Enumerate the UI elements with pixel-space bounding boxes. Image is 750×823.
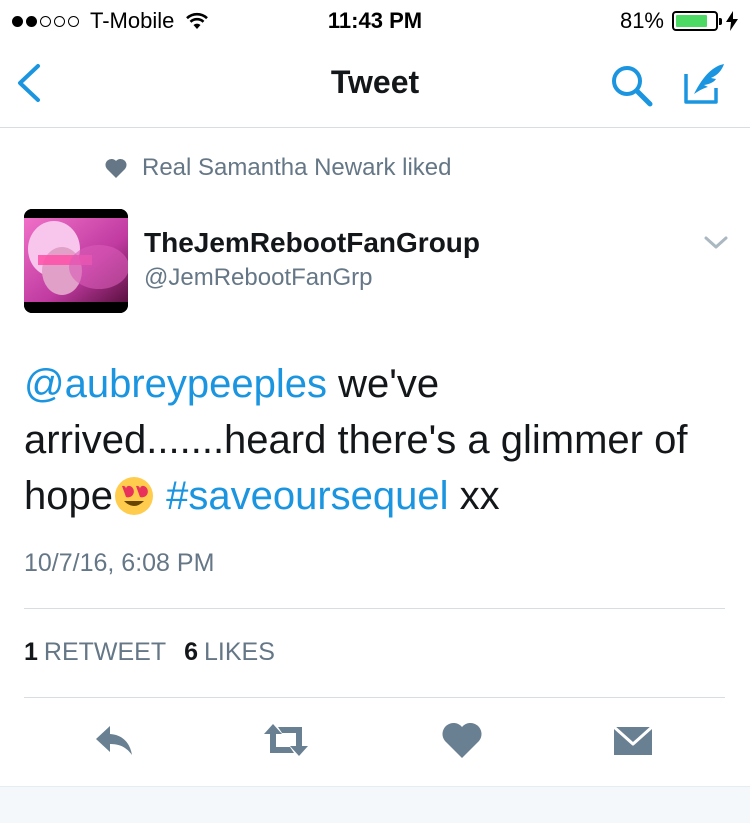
chevron-down-icon[interactable] [702,233,730,253]
divider [24,608,725,609]
likes-count: 6 [184,638,199,666]
tweet-timestamp: 10/7/16, 6:08 PM [24,549,215,577]
likes-label: LIKES [204,638,275,666]
bottom-area [0,786,750,823]
status-bar: T-Mobile 11:43 PM 81% [0,0,750,40]
nav-bar: Tweet [0,40,750,128]
compose-quill-icon[interactable] [680,60,728,108]
mention-link[interactable]: @aubreypeeples [24,362,327,406]
tweet-text-part-2: xx [448,474,500,518]
heart-icon [105,158,127,178]
reply-icon[interactable] [92,720,136,760]
action-bar [0,698,750,786]
battery-percent: 81% [619,8,664,33]
retweet-icon[interactable] [262,720,310,760]
tweet-text: @aubreypeeples we've arrived.......heard… [24,356,724,524]
battery-icon [672,11,722,31]
search-icon[interactable] [608,62,654,108]
hashtag-link[interactable]: #saveoursequel [166,474,448,518]
retweets-label: RETWEET [43,638,167,666]
social-context: Real Samantha Newark liked [104,154,451,182]
direct-message-icon[interactable] [612,720,654,760]
tweet-stats: 1 RETWEET 6 LIKES [24,638,293,667]
author-avatar[interactable] [24,209,128,313]
charging-bolt-icon [726,11,738,31]
author-name[interactable]: TheJemRebootFanGroup [144,227,480,259]
likes-stat[interactable]: 6 LIKES [184,638,275,667]
avatar-photo [24,209,128,313]
heart-eyes-emoji-icon [114,477,153,515]
retweets-stat[interactable]: 1 RETWEET [24,638,166,667]
social-context-text: Real Samantha Newark liked [142,154,452,181]
retweets-count: 1 [24,638,38,666]
author-handle[interactable]: @JemRebootFanGrp [144,264,372,292]
like-heart-icon[interactable] [440,720,484,760]
status-right: 81% [620,8,738,34]
